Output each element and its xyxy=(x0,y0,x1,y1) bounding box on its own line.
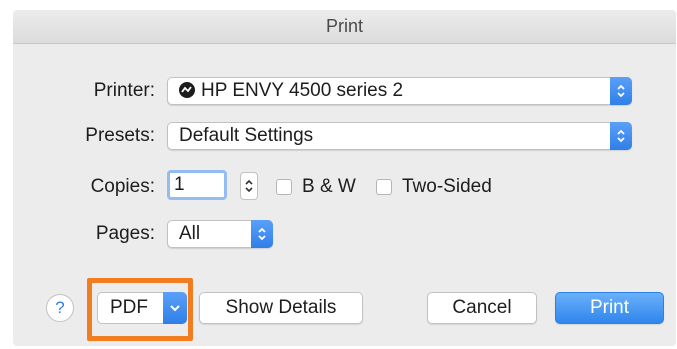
two-sided-checkbox[interactable] xyxy=(376,179,392,195)
printer-label: Printer: xyxy=(93,80,155,101)
pdf-label: PDF xyxy=(110,297,148,318)
pages-label: Pages: xyxy=(95,223,155,244)
help-button[interactable]: ? xyxy=(46,294,74,322)
presets-popup[interactable]: Default Settings xyxy=(167,122,632,150)
pages-popup[interactable]: All xyxy=(167,220,273,248)
updown-chevron-icon xyxy=(610,122,632,150)
updown-chevron-icon xyxy=(251,220,273,248)
presets-value: Default Settings xyxy=(179,125,314,146)
copies-label: Copies: xyxy=(90,176,155,197)
pdf-menu-button[interactable]: PDF xyxy=(97,292,187,324)
copies-stepper[interactable] xyxy=(240,172,258,200)
chevron-down-icon xyxy=(163,292,187,324)
window-title: Print xyxy=(13,10,676,44)
printer-status-icon xyxy=(179,82,195,98)
two-sided-label: Two-Sided xyxy=(402,176,492,197)
presets-label: Presets: xyxy=(85,125,155,146)
show-details-button[interactable]: Show Details xyxy=(199,292,363,324)
copies-input[interactable]: 1 xyxy=(167,170,227,200)
printer-popup[interactable]: HP ENVY 4500 series 2 xyxy=(167,77,632,105)
printer-value: HP ENVY 4500 series 2 xyxy=(201,80,404,101)
bw-label: B & W xyxy=(302,176,356,197)
updown-chevron-icon xyxy=(610,77,632,105)
cancel-button[interactable]: Cancel xyxy=(427,292,537,324)
updown-chevron-icon xyxy=(245,179,253,193)
pages-value: All xyxy=(179,223,201,244)
bw-checkbox[interactable] xyxy=(276,179,292,195)
print-button[interactable]: Print xyxy=(555,292,664,324)
